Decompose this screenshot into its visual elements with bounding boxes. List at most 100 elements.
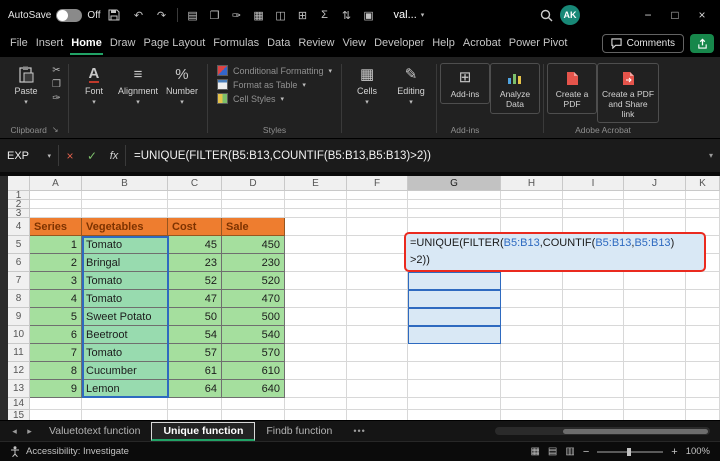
cell-K14[interactable] xyxy=(686,398,720,410)
cell-E2[interactable] xyxy=(285,200,347,209)
cell-A7[interactable]: 3 xyxy=(30,272,82,290)
cell-C14[interactable] xyxy=(168,398,222,410)
cell-D5[interactable]: 450 xyxy=(222,236,285,254)
cell-F2[interactable] xyxy=(347,200,408,209)
menu-tab-file[interactable]: File xyxy=(6,31,32,56)
menu-tab-view[interactable]: View xyxy=(338,31,370,56)
cell-A14[interactable] xyxy=(30,398,82,410)
column-header-F[interactable]: F xyxy=(347,176,408,191)
addins-button[interactable]: ⊞ Add-ins xyxy=(440,63,490,104)
maximize-button[interactable]: □ xyxy=(665,8,685,22)
cell-D15[interactable] xyxy=(222,410,285,420)
cell-K2[interactable] xyxy=(686,200,720,209)
cell-A10[interactable]: 6 xyxy=(30,326,82,344)
cell-B10[interactable]: Beetroot xyxy=(82,326,168,344)
cell-E7[interactable] xyxy=(285,272,347,290)
cell-J1[interactable] xyxy=(624,191,686,200)
cell-C4[interactable]: Cost xyxy=(168,218,222,236)
row-header-7[interactable]: 7 xyxy=(8,272,30,290)
cell-I3[interactable] xyxy=(563,209,624,218)
more-sheets-icon[interactable]: ••• xyxy=(345,426,373,436)
cell-E10[interactable] xyxy=(285,326,347,344)
cell-F5[interactable] xyxy=(347,236,408,254)
avatar[interactable]: AK xyxy=(560,5,580,25)
cell-B12[interactable]: Cucumber xyxy=(82,362,168,380)
row-header-12[interactable]: 12 xyxy=(8,362,30,380)
font-group-button[interactable]: A Font ▾ xyxy=(72,59,116,106)
row-header-1[interactable]: 1 xyxy=(8,191,30,200)
cell-E13[interactable] xyxy=(285,380,347,398)
select-all-corner[interactable] xyxy=(8,176,30,191)
menu-tab-developer[interactable]: Developer xyxy=(370,31,428,56)
cell-E3[interactable] xyxy=(285,209,347,218)
cell-B5[interactable]: Tomato xyxy=(82,236,168,254)
cell-G8[interactable] xyxy=(408,290,501,308)
cell-A15[interactable] xyxy=(30,410,82,420)
column-header-J[interactable]: J xyxy=(624,176,686,191)
cell-C5[interactable]: 45 xyxy=(168,236,222,254)
cell-A8[interactable]: 4 xyxy=(30,290,82,308)
enter-icon[interactable]: ✓ xyxy=(81,139,103,172)
cell-D10[interactable]: 540 xyxy=(222,326,285,344)
cell-H1[interactable] xyxy=(501,191,563,200)
cell-A5[interactable]: 1 xyxy=(30,236,82,254)
row-header-10[interactable]: 10 xyxy=(8,326,30,344)
cell-E4[interactable] xyxy=(285,218,347,236)
copy-icon[interactable]: ❐ xyxy=(207,9,223,22)
cell-D1[interactable] xyxy=(222,191,285,200)
column-header-K[interactable]: K xyxy=(686,176,720,191)
number-group-button[interactable]: % Number ▾ xyxy=(160,59,204,106)
cell-D4[interactable]: Sale xyxy=(222,218,285,236)
page-layout-view-icon[interactable]: ▤ xyxy=(548,446,557,457)
menu-tab-power-pivot[interactable]: Power Pivot xyxy=(505,31,572,56)
sheet-tab-valuetotext-function[interactable]: Valuetotext function xyxy=(38,423,151,439)
accessibility-status[interactable]: Accessibility: Investigate xyxy=(26,446,129,457)
cell-J3[interactable] xyxy=(624,209,686,218)
insert-table-icon[interactable]: ▦ xyxy=(251,9,267,22)
cell-C13[interactable]: 64 xyxy=(168,380,222,398)
name-box[interactable]: EXP ▾ xyxy=(0,139,58,172)
conditional-formatting-button[interactable]: Conditional Formatting ▾ xyxy=(217,65,332,76)
row-header-4[interactable]: 4 xyxy=(8,218,30,236)
cell-D9[interactable]: 500 xyxy=(222,308,285,326)
row-header-13[interactable]: 13 xyxy=(8,380,30,398)
cell-C3[interactable] xyxy=(168,209,222,218)
cell-K9[interactable] xyxy=(686,308,720,326)
cell-F13[interactable] xyxy=(347,380,408,398)
cell-K10[interactable] xyxy=(686,326,720,344)
cell-E8[interactable] xyxy=(285,290,347,308)
cell-F6[interactable] xyxy=(347,254,408,272)
next-sheet-icon[interactable]: ▸ xyxy=(23,426,36,437)
cell-C7[interactable]: 52 xyxy=(168,272,222,290)
cell-I2[interactable] xyxy=(563,200,624,209)
cell-C10[interactable]: 54 xyxy=(168,326,222,344)
cell-E1[interactable] xyxy=(285,191,347,200)
cell-I11[interactable] xyxy=(563,344,624,362)
cell-F9[interactable] xyxy=(347,308,408,326)
cell-G2[interactable] xyxy=(408,200,501,209)
menu-tab-formulas[interactable]: Formulas xyxy=(209,31,263,56)
column-header-A[interactable]: A xyxy=(30,176,82,191)
menu-tab-data[interactable]: Data xyxy=(263,31,294,56)
cell-H2[interactable] xyxy=(501,200,563,209)
format-painter-icon[interactable]: ✑ xyxy=(52,93,61,104)
sheet-tab-findb-function[interactable]: Findb function xyxy=(255,423,343,439)
cell-B1[interactable] xyxy=(82,191,168,200)
cell-E9[interactable] xyxy=(285,308,347,326)
cell-B2[interactable] xyxy=(82,200,168,209)
cell-B11[interactable]: Tomato xyxy=(82,344,168,362)
row-header-2[interactable]: 2 xyxy=(8,200,30,209)
cell-J2[interactable] xyxy=(624,200,686,209)
zoom-level[interactable]: 100% xyxy=(686,446,710,457)
cell-B14[interactable] xyxy=(82,398,168,410)
cell-F12[interactable] xyxy=(347,362,408,380)
cell-G7[interactable] xyxy=(408,272,501,290)
autosave-toggle[interactable]: AutoSave Off xyxy=(8,9,101,22)
cell-H8[interactable] xyxy=(501,290,563,308)
cell-H13[interactable] xyxy=(501,380,563,398)
cell-I14[interactable] xyxy=(563,398,624,410)
share-button[interactable] xyxy=(690,34,714,53)
analyze-data-button[interactable]: Analyze Data xyxy=(490,63,540,114)
cell-C11[interactable]: 57 xyxy=(168,344,222,362)
cell-B7[interactable]: Tomato xyxy=(82,272,168,290)
